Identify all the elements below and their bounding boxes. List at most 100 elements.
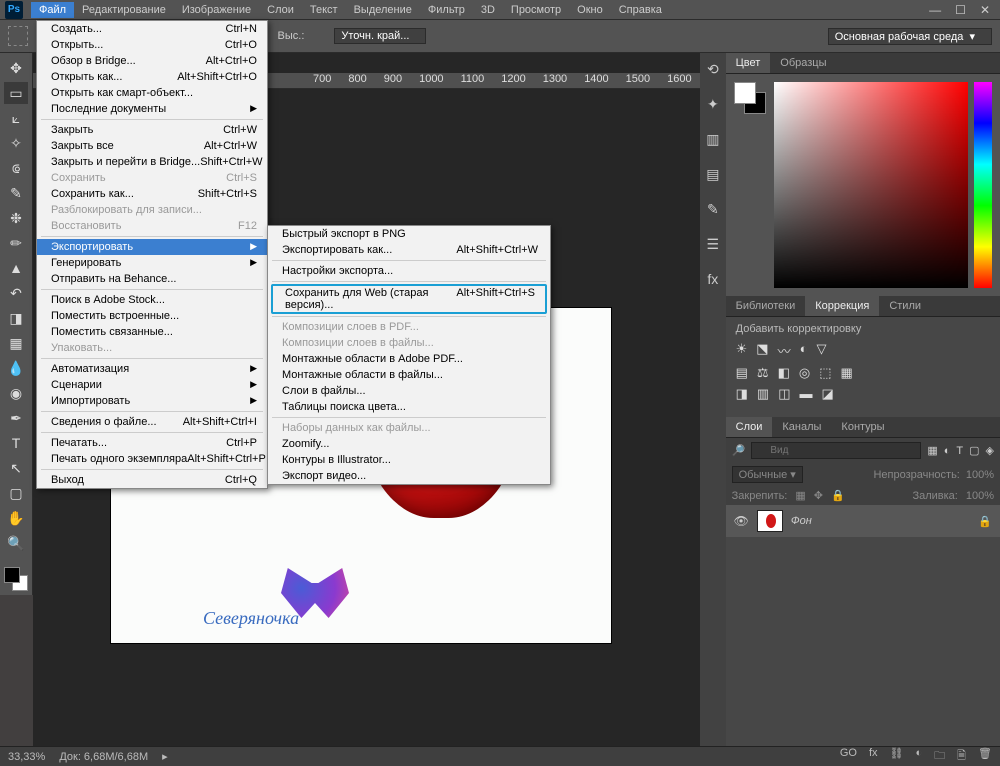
refine-edge-button[interactable]: Уточн. край... [334, 28, 426, 44]
menubar-item-справка[interactable]: Справка [611, 2, 670, 18]
curves-icon[interactable]: 〰 [778, 341, 791, 360]
submenu-item[interactable]: Слои в файлы... [268, 383, 550, 399]
menu-item[interactable]: ЗакрытьCtrl+W [37, 122, 267, 138]
magic-wand-tool[interactable]: ✧ [4, 132, 28, 154]
pen-tool[interactable]: ✒ [4, 407, 28, 429]
menu-item[interactable]: Последние документы▶ [37, 101, 267, 117]
menubar-item-файл[interactable]: Файл [31, 2, 74, 18]
workspace-select[interactable]: Основная рабочая среда ▾ [828, 28, 992, 45]
menu-item[interactable]: Открыть как...Alt+Shift+Ctrl+O [37, 69, 267, 85]
submenu-item[interactable]: Zoomify... [268, 436, 550, 452]
move-tool[interactable]: ✥ [4, 57, 28, 79]
lock-icon[interactable]: 🔒 [978, 515, 992, 528]
new-folder-icon[interactable]: 🗀 [934, 747, 945, 766]
new-layer-icon[interactable]: 🗎 [957, 747, 966, 766]
menu-item[interactable]: Сценарии▶ [37, 377, 267, 393]
color-swatches[interactable] [4, 567, 28, 591]
gradient-map-icon[interactable]: ▬ [800, 386, 813, 402]
exposure-icon[interactable]: ◐ [800, 341, 808, 360]
panel-icon-strip[interactable]: ⟲ ✦ ▥ ▤ ✎ ☰ fx [700, 53, 726, 746]
menubar-item-выделение[interactable]: Выделение [346, 2, 420, 18]
eraser-tool[interactable]: ◨ [4, 307, 28, 329]
photofilter-icon[interactable]: ◎ [799, 365, 810, 381]
color-panel[interactable] [726, 74, 1000, 296]
history-brush-tool[interactable]: ↶ [4, 282, 28, 304]
vibrance-icon[interactable]: ▽ [816, 341, 826, 360]
invert-icon[interactable]: ◨ [736, 386, 748, 402]
tab-styles[interactable]: Стили [879, 296, 931, 316]
filter-shape-icon[interactable]: ▢ [969, 444, 979, 457]
posterize-icon[interactable]: ▥ [757, 386, 769, 402]
status-go[interactable]: GO [840, 747, 857, 766]
close-icon[interactable]: ✕ [980, 3, 990, 17]
menubar-item-редактирование[interactable]: Редактирование [74, 2, 174, 18]
shape-tool[interactable]: ▢ [4, 482, 28, 504]
menu-item[interactable]: Сведения о файле...Alt+Shift+Ctrl+I [37, 414, 267, 430]
selective-icon[interactable]: ◪ [822, 386, 834, 402]
brushes-icon[interactable]: ✎ [707, 201, 719, 218]
info-icon[interactable]: ▤ [706, 166, 719, 183]
marquee-tool[interactable]: ▭ [4, 82, 28, 104]
menu-item[interactable]: Закрыть всеAlt+Ctrl+W [37, 138, 267, 154]
navigator-icon[interactable]: ✦ [707, 96, 719, 113]
status-fx[interactable]: fx [869, 747, 878, 766]
swatches-icon[interactable]: ☰ [707, 236, 720, 253]
menu-item[interactable]: Экспортировать▶ [37, 239, 267, 255]
fill-value[interactable]: 100% [966, 490, 994, 502]
type-tool[interactable]: T [4, 432, 28, 454]
visibility-icon[interactable]: 👁 [734, 514, 749, 528]
export-submenu[interactable]: Быстрый экспорт в PNGЭкспортировать как.… [267, 225, 551, 485]
path-tool[interactable]: ↖ [4, 457, 28, 479]
tab-swatches[interactable]: Образцы [770, 53, 836, 73]
menubar-item-окно[interactable]: Окно [569, 2, 611, 18]
menu-item[interactable]: Генерировать▶ [37, 255, 267, 271]
histogram-icon[interactable]: ▥ [706, 131, 719, 148]
menu-item[interactable]: Поместить встроенные... [37, 308, 267, 324]
trash-icon[interactable]: 🗑 [978, 747, 992, 766]
hand-tool[interactable]: ✋ [4, 507, 28, 529]
tab-channels[interactable]: Каналы [772, 417, 831, 437]
submenu-item[interactable]: Контуры в Illustrator... [268, 452, 550, 468]
menu-item[interactable]: Поиск в Adobe Stock... [37, 292, 267, 308]
hue-slider[interactable] [974, 82, 992, 288]
doc-size[interactable]: Док: 6,68M/6,68M [59, 751, 148, 763]
levels-icon[interactable]: ⬔ [756, 341, 768, 360]
threshold-icon[interactable]: ◫ [778, 386, 790, 402]
maximize-icon[interactable]: ☐ [955, 3, 966, 17]
gradient-tool[interactable]: ▦ [4, 332, 28, 354]
filter-smart-icon[interactable]: ◈ [986, 444, 994, 457]
menu-item[interactable]: ВыходCtrl+Q [37, 472, 267, 488]
layer-search-input[interactable] [751, 442, 921, 459]
color-fgbg[interactable] [734, 82, 766, 114]
layer-thumbnail[interactable] [757, 510, 783, 532]
mixer-icon[interactable]: ⬚ [819, 365, 831, 381]
menu-item[interactable]: Открыть как смарт-объект... [37, 85, 267, 101]
lasso-tool[interactable]: ⟀ [4, 107, 28, 129]
menubar-item-текст[interactable]: Текст [302, 2, 346, 18]
layer-name[interactable]: Фон [791, 515, 812, 527]
minimize-icon[interactable]: — [929, 3, 941, 17]
stamp-tool[interactable]: ▲ [4, 257, 28, 279]
lock-all-icon[interactable]: 🔒 [831, 489, 845, 502]
tab-layers[interactable]: Слои [726, 417, 773, 437]
menubar-item-слои[interactable]: Слои [259, 2, 302, 18]
balance-icon[interactable]: ⚖ [757, 365, 769, 381]
hue-icon[interactable]: ▤ [736, 365, 748, 381]
submenu-item[interactable]: Сохранить для Web (старая версия)...Alt+… [271, 284, 547, 314]
zoom-level[interactable]: 33,33% [8, 751, 45, 763]
tab-correction[interactable]: Коррекция [805, 296, 879, 316]
link-icon[interactable]: ⛓ [890, 747, 904, 766]
tool-preset-icon[interactable] [8, 26, 28, 46]
tab-color[interactable]: Цвет [726, 53, 771, 73]
menu-item[interactable]: Закрыть и перейти в Bridge...Shift+Ctrl+… [37, 154, 267, 170]
submenu-item[interactable]: Быстрый экспорт в PNG [268, 226, 550, 242]
styles-icon[interactable]: fx [707, 271, 718, 287]
submenu-item[interactable]: Экспортировать как...Alt+Shift+Ctrl+W [268, 242, 550, 258]
menubar-item-фильтр[interactable]: Фильтр [420, 2, 473, 18]
healing-tool[interactable]: ❉ [4, 207, 28, 229]
menu-item[interactable]: Создать...Ctrl+N [37, 21, 267, 37]
filter-adjust-icon[interactable]: ◐ [944, 445, 951, 457]
menu-item[interactable]: Импортировать▶ [37, 393, 267, 409]
menu-item[interactable]: Обзор в Bridge...Alt+Ctrl+O [37, 53, 267, 69]
dodge-tool[interactable]: ◉ [4, 382, 28, 404]
